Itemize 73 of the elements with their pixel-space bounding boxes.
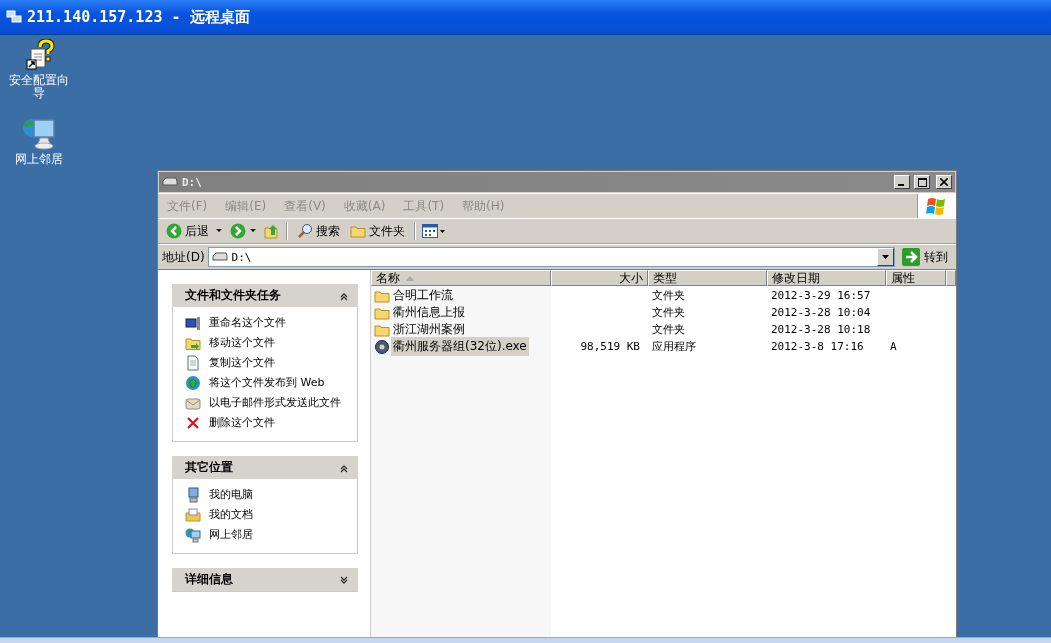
chevron-icon[interactable] (340, 574, 348, 585)
file-date: 2012-3-8 17:16 (770, 340, 865, 353)
column-header[interactable]: 修改日期 (767, 270, 886, 286)
folder-icon (185, 507, 201, 523)
task-link[interactable]: 复制这个文件 (185, 355, 351, 371)
file-date: 2012-3-29 16:57 (770, 289, 872, 302)
file-date: 2012-3-28 10:18 (770, 323, 872, 336)
panel-header[interactable]: 详细信息 (172, 568, 358, 591)
search-button[interactable]: 搜索 (294, 221, 343, 241)
column-header[interactable]: 大小 (551, 270, 648, 286)
panel-header[interactable]: 其它位置 (172, 456, 358, 479)
dropdown-button[interactable] (877, 248, 894, 266)
file-size: 98,519 KB (579, 340, 641, 353)
network-icon (185, 527, 201, 543)
views-icon[interactable] (422, 223, 446, 239)
file-attributes: A (889, 340, 898, 353)
envelope-icon (185, 395, 201, 411)
address-field[interactable]: D:\ (207, 247, 895, 267)
panel-header[interactable]: 文件和文件夹任务 (172, 284, 358, 307)
folder-icon (374, 322, 390, 337)
close-button[interactable] (936, 175, 952, 189)
desktop-icon-label[interactable]: 网上邻居 (15, 153, 63, 166)
folder-icon (350, 224, 366, 238)
file-type: 文件夹 (651, 305, 686, 320)
file-name[interactable]: 衢州服务器组(32位).exe (391, 337, 529, 356)
document-icon (185, 355, 201, 371)
maximize-button[interactable] (914, 175, 930, 189)
file-date: 2012-3-28 10:04 (770, 306, 872, 319)
folder-icon (374, 288, 390, 303)
caret-icon (882, 255, 889, 259)
task-link[interactable]: 网上邻居 (185, 527, 351, 543)
column-header[interactable]: 名称 (371, 270, 551, 286)
computers-icon (6, 10, 22, 24)
task-link[interactable]: 重命名这个文件 (185, 315, 351, 331)
file-type: 应用程序 (651, 339, 697, 354)
dropdown-caret-icon[interactable] (250, 229, 256, 233)
monitor-icon (185, 315, 201, 331)
column-header[interactable]: 属性 (886, 270, 946, 286)
search-icon (297, 223, 313, 239)
scrollbar[interactable] (0, 637, 1051, 643)
file-type: 文件夹 (651, 322, 686, 337)
address-label: 地址(D) (162, 248, 205, 266)
minimize-button[interactable] (894, 175, 910, 189)
window-title: 211.140.157.123 - 远程桌面 (27, 7, 250, 27)
dropdown-caret-icon[interactable] (216, 229, 222, 233)
arrow-icon (902, 248, 920, 266)
task-link[interactable]: 我的文档 (185, 507, 351, 523)
drive-icon (162, 177, 178, 187)
file-name[interactable]: 合明工作流 (391, 286, 455, 305)
network-icon (21, 116, 57, 150)
window-title: D:\ (182, 175, 203, 189)
file-type: 文件夹 (651, 288, 686, 303)
globe-icon (185, 375, 201, 391)
back-button[interactable]: 后退 (163, 221, 212, 241)
task-link[interactable]: 将这个文件发布到 Web (185, 375, 351, 391)
column-header[interactable]: 类型 (648, 270, 767, 286)
folder-arrow-icon (185, 335, 201, 351)
task-link[interactable]: 移动这个文件 (185, 335, 351, 351)
task-link[interactable]: 删除这个文件 (185, 415, 351, 431)
task-link[interactable]: 我的电脑 (185, 487, 351, 503)
delete-icon (185, 415, 201, 431)
file-name[interactable]: 浙江湖州案例 (391, 320, 467, 339)
drive-icon (211, 252, 228, 262)
computer-icon (185, 487, 201, 503)
folders-button[interactable]: 文件夹 (347, 221, 408, 241)
maximize-icon (917, 177, 927, 187)
desktop-icon-label[interactable]: 安全配置向导 (4, 74, 74, 100)
file-name[interactable]: 衢州信息上报 (391, 303, 467, 322)
task-link[interactable]: 以电子邮件形式发送此文件 (185, 395, 351, 411)
go-button[interactable]: 转到 (898, 248, 952, 266)
folder-icon (374, 305, 390, 320)
wizard-icon (23, 39, 55, 71)
close-icon (940, 178, 948, 186)
